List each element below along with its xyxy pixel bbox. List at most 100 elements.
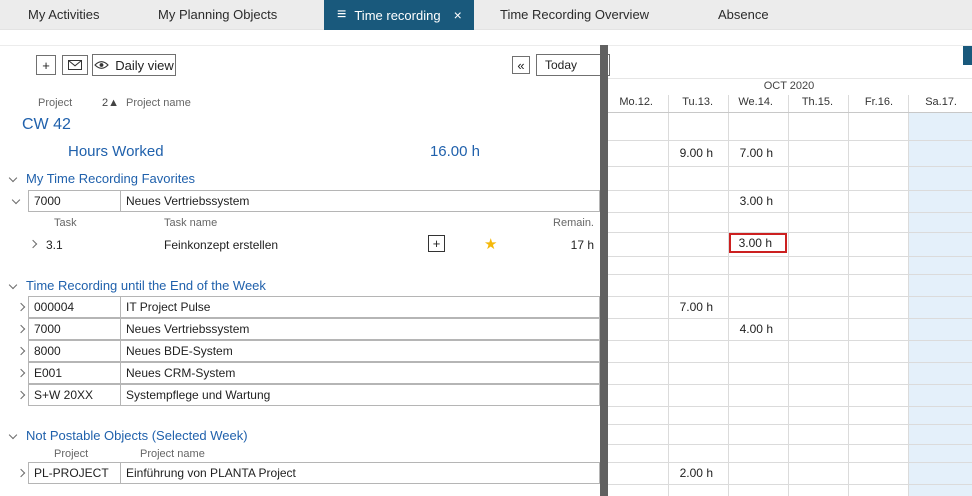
daily-view-label: Daily view xyxy=(115,58,174,73)
day-header-tu: Tu.13. xyxy=(668,96,728,112)
column-header-project-name[interactable]: Project name xyxy=(126,97,191,109)
grid-line xyxy=(608,384,972,385)
tab-bar: My Activities My Planning Objects ≡ Time… xyxy=(0,0,972,30)
project-name-cell[interactable]: Neues BDE-System xyxy=(120,340,600,362)
chevron-right-icon[interactable] xyxy=(17,303,25,311)
tab-my-planning-objects[interactable]: My Planning Objects xyxy=(158,0,277,30)
today-button[interactable]: Today xyxy=(536,54,610,76)
grid-line xyxy=(608,406,972,407)
column-header-project[interactable]: Project xyxy=(38,97,72,109)
remaining-hours: 17 h xyxy=(540,238,594,252)
column-header-project[interactable]: Project xyxy=(54,448,88,460)
project-name-cell[interactable]: Neues CRM-System xyxy=(120,362,600,384)
month-header: OCT 2020 xyxy=(608,80,970,92)
column-header-remaining[interactable]: Remain. xyxy=(520,217,594,229)
grid-line xyxy=(608,340,972,341)
chevron-right-icon[interactable] xyxy=(17,369,25,377)
day-header-sa: Sa.17. xyxy=(908,96,972,112)
project-name-cell[interactable]: Neues Vertriebssystem xyxy=(120,190,600,212)
tab-label: Time recording xyxy=(354,8,440,23)
grid-line xyxy=(608,78,972,79)
project-row[interactable]: 000004 IT Project Pulse xyxy=(0,296,600,318)
section-week-recording[interactable]: Time Recording until the End of the Week xyxy=(0,276,600,296)
project-code-cell[interactable]: 7000 xyxy=(28,318,121,340)
section-not-postable[interactable]: Not Postable Objects (Selected Week) xyxy=(0,426,600,446)
daily-view-button[interactable]: Daily view xyxy=(92,54,176,76)
add-task-entry-button[interactable]: + xyxy=(428,235,445,252)
project-name-cell[interactable]: Neues Vertriebssystem xyxy=(120,318,600,340)
scrollbar-thumb[interactable] xyxy=(963,46,972,65)
tab-time-recording-overview[interactable]: Time Recording Overview xyxy=(500,0,649,30)
project-code-cell[interactable]: 000004 xyxy=(28,296,121,318)
project-row[interactable]: PL-PROJECT Einführung von PLANTA Project xyxy=(0,462,600,484)
project-row[interactable]: 8000 Neues BDE-System xyxy=(0,340,600,362)
day-value-cell[interactable]: 4.00 h xyxy=(728,318,788,340)
close-tab-icon[interactable]: × xyxy=(454,7,462,23)
task-id[interactable]: 3.1 xyxy=(46,238,63,252)
section-title-favorites: My Time Recording Favorites xyxy=(26,171,195,186)
grid-line xyxy=(608,362,972,363)
tab-absence[interactable]: Absence xyxy=(718,0,769,30)
grid-line xyxy=(608,318,972,319)
grid-line xyxy=(608,112,972,113)
sort-indicator[interactable]: 2▲ xyxy=(102,97,119,109)
chevron-right-icon[interactable] xyxy=(17,347,25,355)
grid-line xyxy=(608,274,972,275)
chevron-down-icon[interactable] xyxy=(9,281,17,289)
project-row-favorite[interactable]: 7000 Neues Vertriebssystem xyxy=(0,190,600,212)
day-header-fr: Fr.16. xyxy=(848,96,908,112)
column-header-project-name[interactable]: Project name xyxy=(140,448,205,460)
week-label: CW 42 xyxy=(22,116,71,134)
grid-line xyxy=(608,424,972,425)
project-row[interactable]: 7000 Neues Vertriebssystem xyxy=(0,318,600,340)
hamburger-menu-icon[interactable]: ≡ xyxy=(337,6,346,24)
chevron-right-icon[interactable] xyxy=(17,325,25,333)
eye-icon xyxy=(94,60,109,70)
day-value-cell[interactable]: 7.00 h xyxy=(668,296,728,318)
chevron-right-icon[interactable] xyxy=(17,391,25,399)
previous-button[interactable]: « xyxy=(512,56,530,74)
project-row[interactable]: E001 Neues CRM-System xyxy=(0,362,600,384)
day-header-th: Th.15. xyxy=(788,96,848,112)
chevron-right-icon[interactable] xyxy=(17,469,25,477)
section-favorites[interactable]: My Time Recording Favorites xyxy=(0,169,600,189)
tab-my-activities[interactable]: My Activities xyxy=(28,0,100,30)
chevron-down-icon[interactable] xyxy=(9,174,17,182)
project-code-cell[interactable]: PL-PROJECT xyxy=(28,462,121,484)
chevron-right-icon[interactable] xyxy=(29,240,37,248)
day-value-cell[interactable]: 7.00 h xyxy=(728,140,788,166)
day-value-cell[interactable]: 2.00 h xyxy=(668,462,728,484)
project-code-cell[interactable]: S+W 20XX xyxy=(28,384,121,406)
section-title-week-recording: Time Recording until the End of the Week xyxy=(26,278,266,293)
tab-time-recording[interactable]: ≡ Time recording × xyxy=(324,0,474,30)
project-code-cell[interactable]: E001 xyxy=(28,362,121,384)
hours-worked-label: Hours Worked xyxy=(68,143,164,160)
column-header-task-name[interactable]: Task name xyxy=(164,217,217,229)
chevron-down-icon[interactable] xyxy=(9,431,17,439)
project-name-cell[interactable]: IT Project Pulse xyxy=(120,296,600,318)
project-name-cell[interactable]: Systempflege und Wartung xyxy=(120,384,600,406)
today-label: Today xyxy=(545,58,577,72)
envelope-icon xyxy=(68,60,82,70)
grid-line xyxy=(608,484,972,485)
task-row[interactable]: 3.1 Feinkonzept erstellen + ★ 17 h xyxy=(0,232,600,256)
grid-line xyxy=(608,232,972,233)
grid-line xyxy=(608,212,972,213)
project-name-cell[interactable]: Einführung von PLANTA Project xyxy=(120,462,600,484)
pane-splitter[interactable] xyxy=(600,45,608,496)
add-icon: + xyxy=(42,58,50,73)
project-row[interactable]: S+W 20XX Systempflege und Wartung xyxy=(0,384,600,406)
project-code-cell[interactable]: 7000 xyxy=(28,190,121,212)
highlighted-day-value-cell[interactable]: 3.00 h xyxy=(729,233,787,253)
mail-button[interactable] xyxy=(62,55,88,75)
favorite-star-icon[interactable]: ★ xyxy=(484,237,497,252)
day-value-cell[interactable]: 3.00 h xyxy=(728,190,788,212)
chevron-down-icon[interactable] xyxy=(12,196,20,204)
task-name[interactable]: Feinkonzept erstellen xyxy=(164,238,278,252)
add-button[interactable]: + xyxy=(36,55,56,75)
day-value-cell[interactable]: 9.00 h xyxy=(668,140,728,166)
hours-worked-total: 16.00 h xyxy=(380,143,480,160)
grid-line xyxy=(608,140,972,141)
column-header-task[interactable]: Task xyxy=(54,217,77,229)
project-code-cell[interactable]: 8000 xyxy=(28,340,121,362)
